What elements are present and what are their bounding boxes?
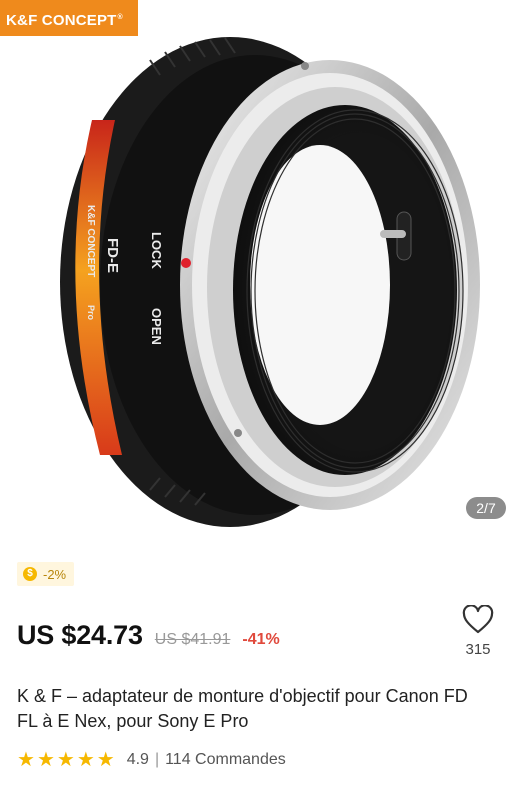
- star-icon: ★: [17, 749, 35, 771]
- star-icon: ★: [96, 749, 115, 771]
- current-price: US $24.73: [17, 620, 143, 650]
- rating-row[interactable]: ★ ★ ★ ★ ★ 4.9 | 114 Commandes: [17, 748, 286, 772]
- lens-edition-label: Pro: [86, 305, 96, 321]
- star-rating: ★ ★ ★ ★ ★: [17, 750, 115, 770]
- coupon-badge[interactable]: $ -2%: [17, 562, 75, 586]
- image-page-indicator: 2/7: [466, 497, 506, 519]
- coin-icon: $: [23, 567, 37, 581]
- rating-separator: |: [154, 751, 160, 768]
- open-label: OPEN: [149, 308, 164, 345]
- wishlist-button[interactable]: 315: [458, 605, 498, 658]
- lens-brand-label: K&F CONCEPT: [85, 205, 96, 277]
- original-price: US $41.91: [154, 631, 231, 648]
- lock-label: LOCK: [149, 232, 164, 269]
- lens-model-label: FD-E: [104, 238, 121, 273]
- orders-count: 114 Commandes: [165, 751, 286, 768]
- coupon-text: -2%: [43, 566, 67, 582]
- star-icon: ★: [76, 749, 95, 771]
- brand-logo-text: K&F CONCEPT: [6, 12, 117, 29]
- lens-adapter-image: FD-E K&F CONCEPT Pro LOCK OPEN: [60, 37, 480, 527]
- brand-logo: K&F CONCEPT®: [0, 0, 138, 36]
- heart-outline-icon: [462, 605, 494, 634]
- star-icon: ★: [56, 749, 75, 771]
- price-row: US $24.73 US $41.91 -41%: [17, 620, 280, 660]
- product-image-gallery[interactable]: FD-E K&F CONCEPT Pro LOCK OPEN K&F CONCE…: [0, 0, 529, 545]
- discount-percent: -41%: [242, 631, 280, 648]
- wishlist-count: 315: [465, 641, 491, 658]
- product-title[interactable]: K & F – adaptateur de monture d'objectif…: [17, 684, 487, 734]
- star-icon: ★: [36, 749, 55, 771]
- rating-value: 4.9: [126, 751, 149, 768]
